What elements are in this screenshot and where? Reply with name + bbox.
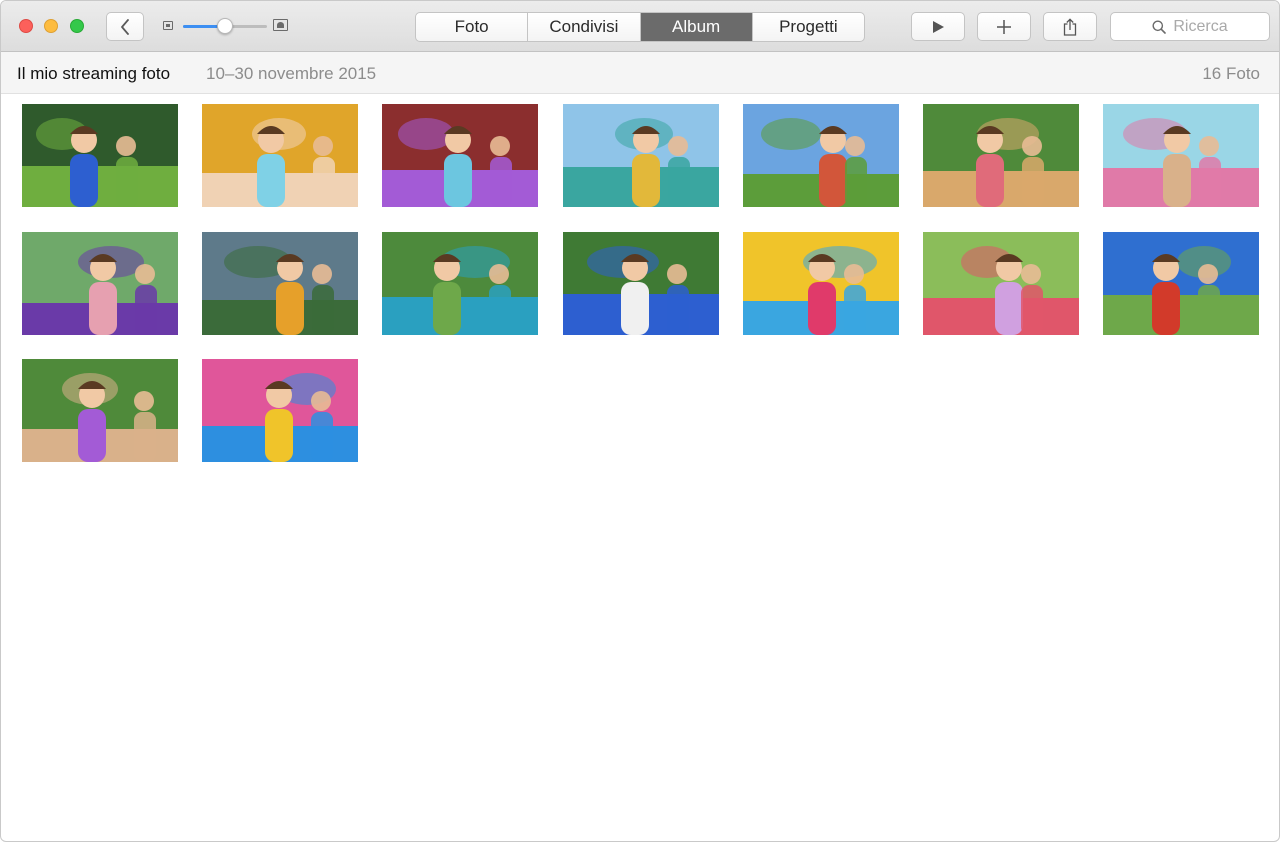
back-button[interactable]	[106, 12, 144, 41]
photos-window: Foto Condivisi Album Progetti Ricerca Il…	[0, 0, 1280, 842]
album-title: Il mio streaming foto	[17, 64, 171, 83]
photo-image	[382, 232, 538, 335]
play-icon	[933, 20, 944, 33]
photo-image	[743, 104, 899, 207]
photo-thumbnail-girl-smelling-flowers[interactable]	[923, 232, 1079, 335]
photo-image	[1103, 232, 1259, 335]
photo-image	[1103, 104, 1259, 207]
search-placeholder: Ricerca	[1173, 17, 1228, 35]
photo-thumbnail-girl-with-pigtails-portrait[interactable]	[202, 104, 358, 207]
large-thumbnail-icon	[273, 19, 288, 31]
chevron-left-icon	[121, 18, 129, 35]
zoom-window-button[interactable]	[70, 19, 84, 33]
photo-thumbnail-girl-with-colorful-balloons[interactable]	[202, 359, 358, 462]
photo-image	[382, 104, 538, 207]
photo-thumbnail-family-in-canoe[interactable]	[202, 232, 358, 335]
photo-thumbnail-boy-kicking-ball-in-park[interactable]	[563, 232, 719, 335]
tab-condivisi[interactable]: Condivisi	[528, 13, 641, 41]
photo-image	[563, 232, 719, 335]
photo-thumbnail-girl-hugging-puppy[interactable]	[923, 104, 1079, 207]
add-button[interactable]	[977, 12, 1031, 41]
minimize-window-button[interactable]	[44, 19, 58, 33]
photo-image	[202, 104, 358, 207]
photo-thumbnail-mother-and-daughter-by-pool[interactable]	[1103, 104, 1259, 207]
photo-image	[202, 232, 358, 335]
view-tabs: Foto Condivisi Album Progetti	[415, 12, 865, 42]
photo-thumbnail-two-girls-at-red-barn[interactable]	[382, 104, 538, 207]
photo-image	[202, 359, 358, 462]
share-button[interactable]	[1043, 12, 1097, 41]
photo-image	[923, 232, 1079, 335]
zoom-slider-knob[interactable]	[217, 18, 233, 34]
photo-image	[22, 359, 178, 462]
close-window-button[interactable]	[19, 19, 33, 33]
album-date-range: 10–30 novembre 2015	[206, 64, 377, 83]
photo-thumbnail-girl-and-boy-hugging[interactable]	[563, 104, 719, 207]
photo-thumbnail-mother-daughter-and-puppy[interactable]	[22, 359, 178, 462]
photo-image	[923, 104, 1079, 207]
tab-foto[interactable]: Foto	[416, 13, 529, 41]
photo-thumbnail-girl-with-party-hat[interactable]	[22, 232, 178, 335]
tab-album[interactable]: Album	[640, 13, 753, 41]
tab-progetti[interactable]: Progetti	[753, 13, 864, 41]
photo-image	[22, 104, 178, 207]
photo-image	[743, 232, 899, 335]
photo-thumbnail-girl-with-balloons[interactable]	[743, 232, 899, 335]
search-field[interactable]: Ricerca	[1110, 12, 1270, 41]
photo-thumbnail-boy-kicking-soccer-ball[interactable]	[22, 104, 178, 207]
photo-image	[22, 232, 178, 335]
photo-count: 16 Foto	[1202, 64, 1260, 83]
share-icon	[1063, 17, 1077, 36]
album-header: Il mio streaming foto 10–30 novembre 201…	[1, 52, 1279, 94]
photo-thumbnail-three-kids-running-on-lawn[interactable]	[382, 232, 538, 335]
plus-icon	[997, 19, 1011, 34]
small-thumbnail-icon	[163, 21, 173, 30]
toolbar: Foto Condivisi Album Progetti Ricerca	[1, 1, 1279, 52]
photo-thumbnail-kids-walking-on-hill[interactable]	[1103, 232, 1259, 335]
slideshow-button[interactable]	[911, 12, 965, 41]
magnifier-icon	[1152, 20, 1167, 34]
photo-image	[563, 104, 719, 207]
photo-thumbnail-boy-on-mountain-bike[interactable]	[743, 104, 899, 207]
